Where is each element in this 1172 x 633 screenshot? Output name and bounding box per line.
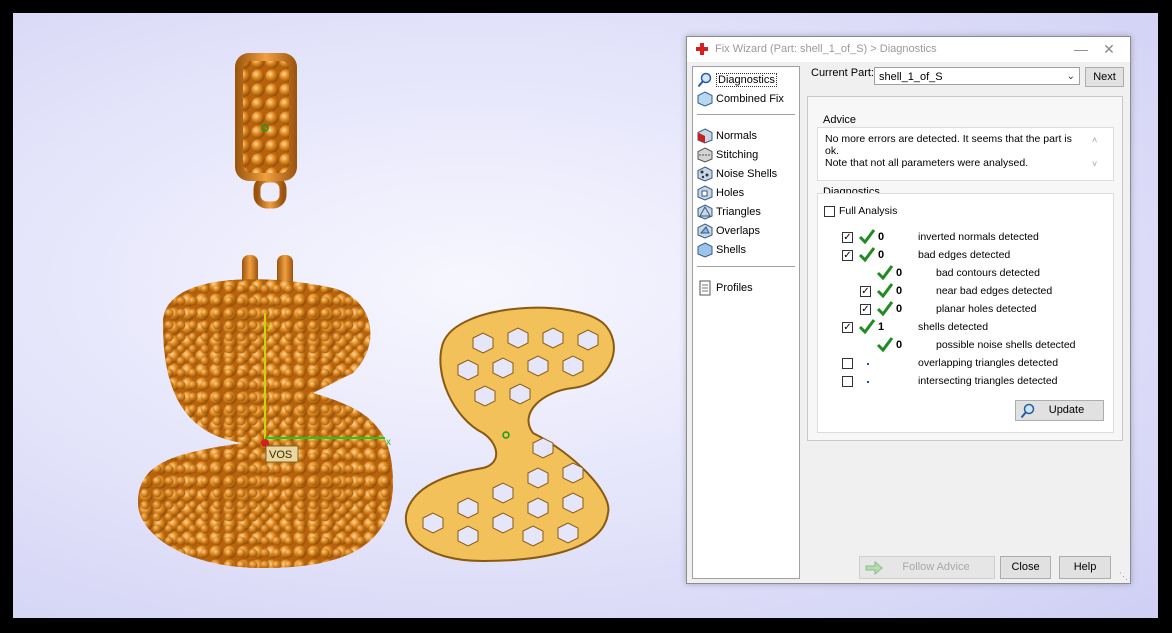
green-check-icon	[876, 301, 894, 316]
advice-text: No more errors are detected. It seems th…	[825, 133, 1085, 169]
normals-cube-icon	[697, 128, 713, 144]
noise-shells-count: 0	[896, 339, 903, 351]
fix-wizard-dialog: Fix Wizard (Part: shell_1_of_S) > Diagno…	[686, 36, 1131, 584]
chevron-down-icon: ⌄	[1066, 71, 1075, 82]
nav-profiles[interactable]: Profiles	[697, 279, 753, 297]
nav-separator	[697, 266, 795, 267]
planar-holes-label: planar holes detected	[936, 303, 1037, 315]
bad-contours-label: bad contours detected	[936, 267, 1040, 279]
green-check-icon	[876, 265, 894, 280]
dimension-label: VOS	[269, 449, 292, 461]
minimize-icon[interactable]: —	[1071, 41, 1091, 57]
current-part-label: Current Part:	[811, 67, 874, 79]
advice-line-2: Note that not all parameters were analys…	[825, 157, 1029, 169]
perforated-s-plate	[404, 306, 615, 563]
scroll-up-icon[interactable]: ˄	[1092, 135, 1097, 145]
advice-line-1: No more errors are detected. It seems th…	[825, 133, 1072, 157]
x-axis-label: x	[386, 437, 391, 448]
update-label: Update	[1048, 404, 1085, 416]
current-part-value: shell_1_of_S	[879, 71, 943, 83]
red-cross-icon	[696, 43, 708, 55]
dialog-title: Fix Wizard (Part: shell_1_of_S) > Diagno…	[715, 43, 937, 55]
status-dot	[867, 363, 869, 365]
update-button[interactable]: Update	[1015, 400, 1104, 421]
holes-icon	[697, 185, 713, 201]
inverted-normals-checkbox[interactable]: ✓	[842, 232, 853, 243]
planar-holes-checkbox[interactable]: ✓	[860, 304, 871, 315]
nav-combined-fix-label: Combined Fix	[716, 93, 784, 105]
fix-navigation-panel: Diagnostics Combined Fix Normals Stitchi…	[692, 66, 800, 579]
nav-separator	[697, 114, 795, 115]
scroll-down-icon[interactable]: ˅	[1092, 159, 1097, 169]
y-axis-label: y	[267, 321, 272, 332]
help-button[interactable]: Help	[1059, 556, 1111, 579]
nav-holes-label: Holes	[716, 187, 745, 199]
nav-diagnostics-label: Diagnostics	[716, 73, 777, 87]
bad-edges-count: 0	[878, 249, 885, 261]
nav-shells[interactable]: Shells	[697, 241, 746, 259]
nav-overlaps[interactable]: Overlaps	[697, 222, 760, 240]
magnifier-icon	[1020, 403, 1035, 419]
inverted-normals-count: 0	[878, 231, 885, 243]
intersecting-triangles-checkbox[interactable]	[842, 376, 853, 387]
nav-combined-fix[interactable]: Combined Fix	[697, 90, 784, 108]
near-bad-edges-checkbox[interactable]: ✓	[860, 286, 871, 297]
green-check-icon	[858, 319, 876, 334]
close-icon[interactable]: ✕	[1099, 41, 1119, 58]
current-part-select[interactable]: shell_1_of_S ⌄	[874, 67, 1080, 85]
shells-checkbox[interactable]: ✓	[842, 322, 853, 333]
noise-shells-label: possible noise shells detected	[936, 339, 1076, 351]
follow-advice-button[interactable]: Follow Advice	[859, 556, 995, 579]
nav-stitching-label: Stitching	[716, 149, 759, 161]
profiles-icon	[699, 280, 711, 296]
nav-overlaps-label: Overlaps	[716, 225, 761, 237]
nav-noise-shells[interactable]: Noise Shells	[697, 165, 777, 183]
green-check-icon	[858, 247, 876, 262]
magnifier-icon	[697, 72, 712, 88]
nav-shells-label: Shells	[716, 244, 746, 256]
shells-label: shells detected	[918, 321, 989, 333]
status-dot	[867, 381, 869, 383]
overlaps-icon	[697, 223, 713, 239]
triangles-icon	[697, 204, 713, 220]
full-analysis-checkbox[interactable]	[824, 206, 835, 217]
overlapping-triangles-checkbox[interactable]	[842, 358, 853, 369]
bad-contours-count: 0	[896, 267, 903, 279]
stitching-icon	[697, 147, 713, 163]
overlapping-triangles-label: overlapping triangles detected	[918, 357, 1059, 369]
intersecting-triangles-label: intersecting triangles detected	[918, 375, 1058, 387]
nav-triangles[interactable]: Triangles	[697, 203, 761, 221]
nav-stitching[interactable]: Stitching	[697, 146, 758, 164]
nav-triangles-label: Triangles	[716, 206, 761, 218]
green-check-icon	[858, 229, 876, 244]
cube-icon	[697, 91, 713, 107]
inverted-normals-label: inverted normals detected	[918, 231, 1039, 243]
title-bar[interactable]: Fix Wizard (Part: shell_1_of_S) > Diagno…	[687, 37, 1130, 62]
follow-advice-label: Follow Advice	[902, 561, 970, 573]
planar-holes-count: 0	[896, 303, 903, 315]
pendant-bail	[235, 53, 297, 209]
bad-edges-label: bad edges detected	[918, 249, 1011, 261]
nav-holes[interactable]: Holes	[697, 184, 744, 202]
shells-icon	[697, 242, 713, 258]
near-bad-edges-count: 0	[896, 285, 903, 297]
near-bad-edges-label: near bad edges detected	[936, 285, 1053, 297]
arrow-right-icon	[865, 561, 883, 575]
shells-count: 1	[878, 321, 885, 333]
nav-normals[interactable]: Normals	[697, 127, 757, 145]
green-check-icon	[876, 283, 894, 298]
green-check-icon	[876, 337, 894, 352]
beaded-s-model: VOS x y	[138, 255, 393, 568]
close-button[interactable]: Close	[1000, 556, 1051, 579]
advice-group-label: Advice	[823, 114, 857, 126]
resize-grip-icon[interactable]: ⋱	[1119, 571, 1128, 582]
nav-normals-label: Normals	[716, 130, 757, 142]
full-analysis-label: Full Analysis	[839, 205, 898, 217]
bad-edges-checkbox[interactable]: ✓	[842, 250, 853, 261]
next-button[interactable]: Next	[1085, 67, 1124, 87]
nav-profiles-label: Profiles	[716, 282, 753, 294]
nav-diagnostics[interactable]: Diagnostics	[697, 71, 777, 89]
nav-noise-shells-label: Noise Shells	[716, 168, 778, 180]
noise-shells-icon	[697, 166, 713, 182]
